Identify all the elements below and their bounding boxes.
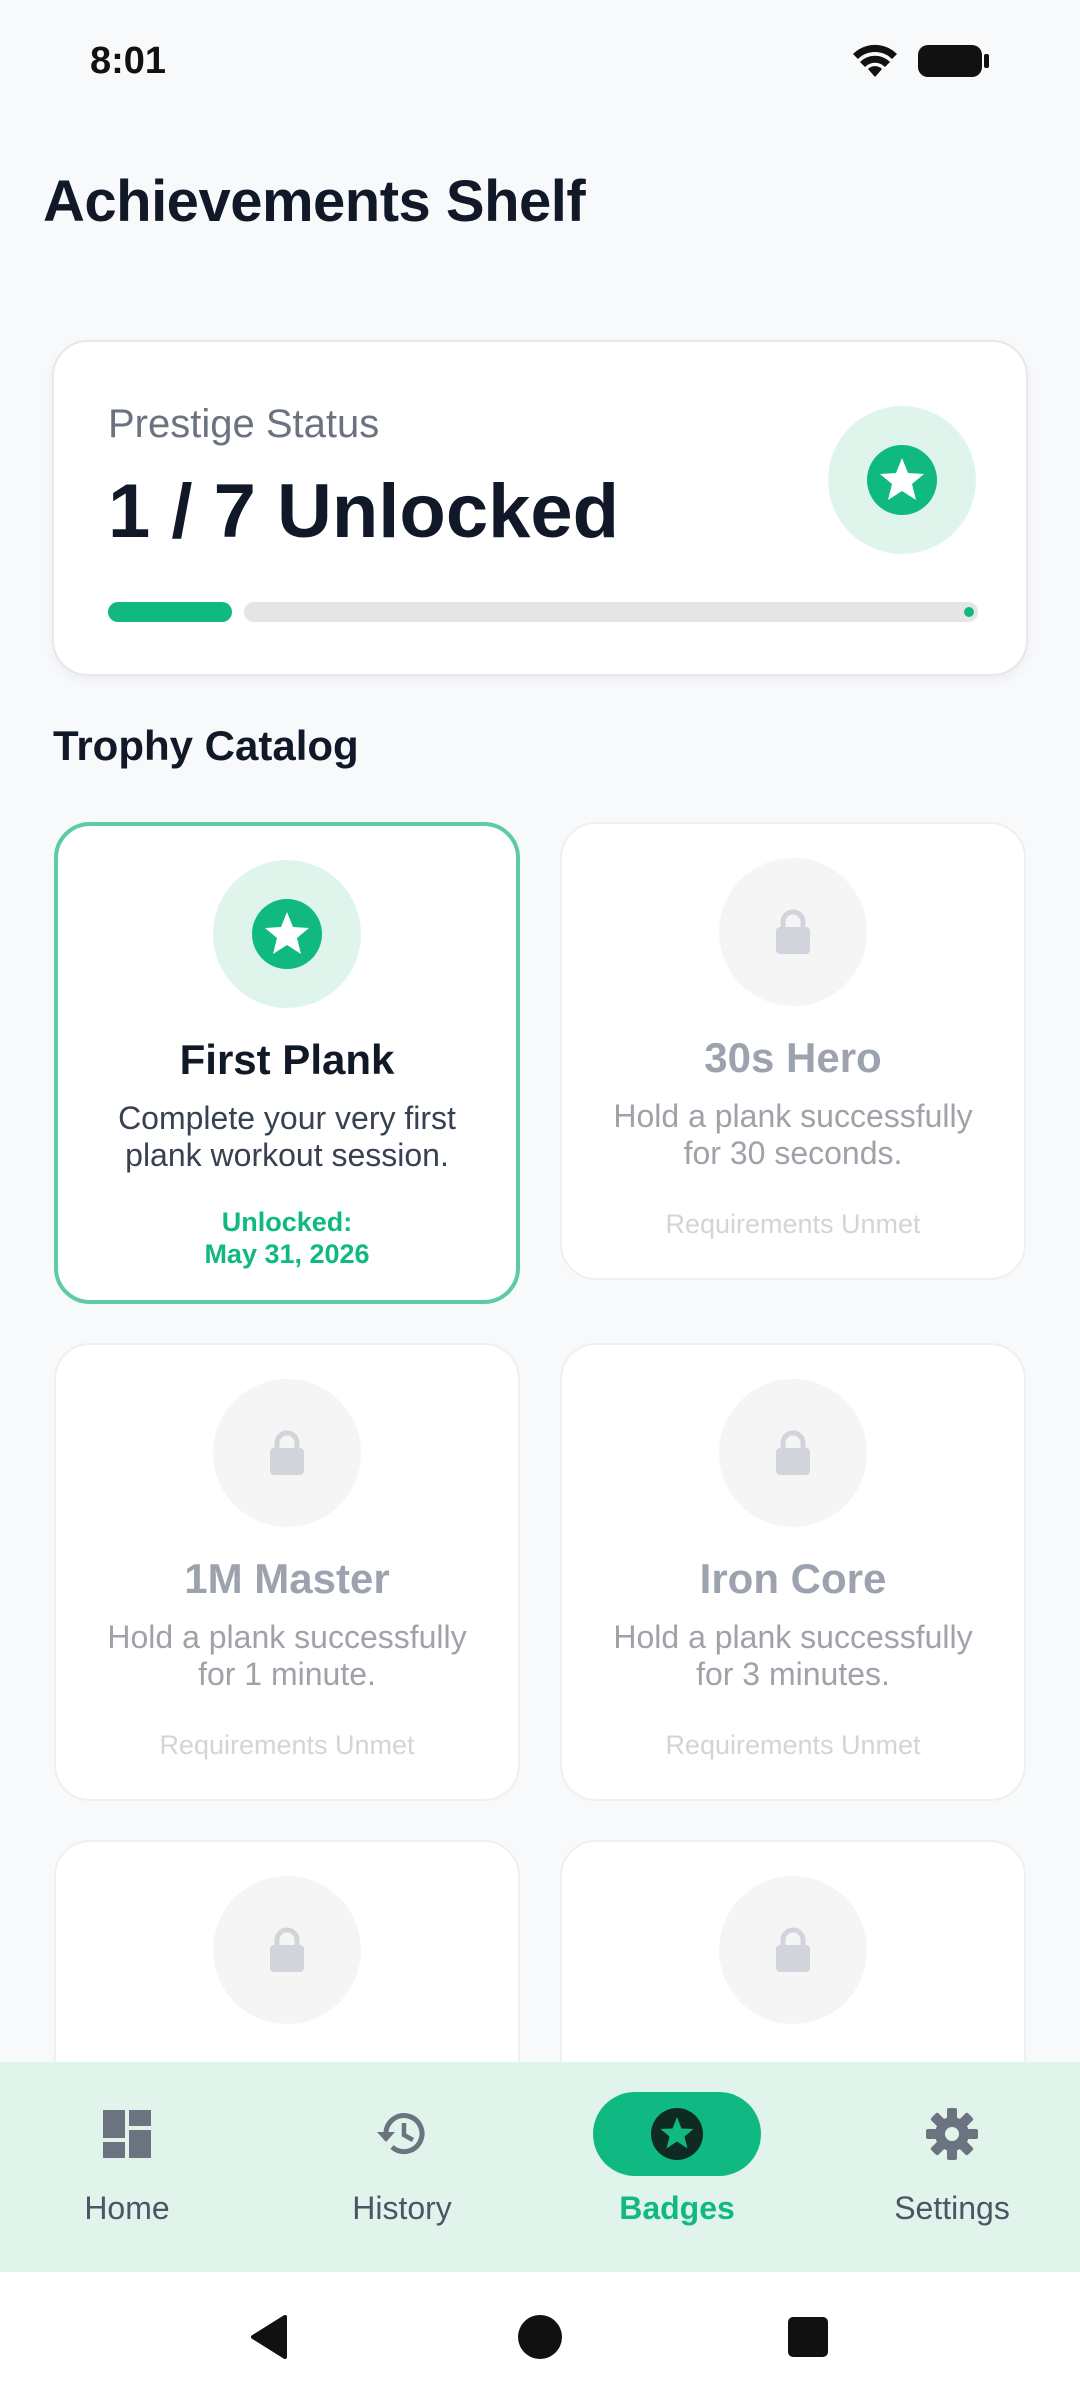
status-icons — [852, 43, 990, 79]
home-button[interactable] — [495, 2292, 585, 2382]
prestige-unlocked-count: 1 / 7 Unlocked — [108, 469, 620, 554]
progress-track — [244, 602, 978, 622]
back-button[interactable] — [225, 2292, 315, 2382]
dashboard-icon — [103, 2110, 151, 2158]
history-icon — [377, 2113, 425, 2155]
wifi-icon — [853, 44, 897, 77]
recents-button[interactable] — [763, 2292, 853, 2382]
status-time: 8:01 — [90, 39, 167, 82]
lock-icon — [213, 1379, 361, 1527]
trophy-status: Requirements Unmet — [665, 1209, 921, 1239]
progress-end-dot — [964, 607, 974, 617]
trophy-name: 30s Hero — [704, 1034, 882, 1081]
nav-label: Settings — [894, 2190, 1010, 2226]
nav-item-badges[interactable]: Badges — [577, 2092, 777, 2252]
trophy-description: Complete your very first plank workout s… — [118, 1100, 456, 1173]
nav-label: History — [352, 2190, 452, 2226]
lock-icon — [213, 1876, 361, 2024]
system-navigation-bar — [0, 2272, 1080, 2400]
trophy-card[interactable]: 30s Hero Hold a plank successfully for 3… — [560, 822, 1026, 1280]
bottom-navigation: Home History Badges Settings — [0, 2062, 1080, 2272]
back-triangle-icon — [251, 2315, 287, 2359]
screen: 8:01 Achievements Shelf Prestige Status … — [0, 0, 1080, 2400]
trophy-name: Iron Core — [699, 1555, 887, 1602]
trophy-card[interactable]: Iron Core Hold a plank successfully for … — [560, 1343, 1026, 1801]
trophy-catalog-title: Trophy Catalog — [53, 722, 359, 769]
nav-item-history[interactable]: History — [302, 2092, 502, 2252]
star-badge-icon — [828, 406, 976, 554]
nav-item-home[interactable]: Home — [27, 2092, 227, 2252]
trophy-card[interactable]: First Plank Complete your very first pla… — [54, 822, 520, 1304]
trophy-description: Hold a plank successfully for 3 minutes. — [613, 1619, 973, 1692]
nav-item-settings[interactable]: Settings — [852, 2092, 1052, 2252]
progress-fill — [108, 602, 232, 622]
nav-label: Badges — [619, 2190, 735, 2226]
trophy-name: 1M Master — [184, 1555, 390, 1602]
recents-square-icon — [788, 2317, 828, 2357]
trophy-status: Requirements Unmet — [665, 1730, 921, 1760]
battery-icon — [918, 45, 989, 77]
lock-icon — [719, 1379, 867, 1527]
page-title: Achievements Shelf — [43, 169, 586, 234]
status-bar: 8:01 — [0, 0, 1080, 122]
lock-icon — [719, 858, 867, 1006]
trophy-card[interactable]: 1M Master Hold a plank successfully for … — [54, 1343, 520, 1801]
nav-label: Home — [84, 2190, 170, 2226]
trophy-name: First Plank — [179, 1036, 395, 1083]
trophy-description: Hold a plank successfully for 30 seconds… — [613, 1098, 973, 1171]
gear-icon — [926, 2108, 978, 2160]
trophy-status: Requirements Unmet — [159, 1730, 415, 1760]
prestige-status-card: Prestige Status 1 / 7 Unlocked — [52, 340, 1028, 676]
star-badge-icon — [213, 860, 361, 1008]
home-circle-icon — [518, 2315, 562, 2359]
trophy-description: Hold a plank successfully for 1 minute. — [107, 1619, 467, 1692]
star-badge-icon — [651, 2108, 703, 2160]
trophy-unlock-date: Unlocked: May 31, 2026 — [204, 1207, 370, 1269]
lock-icon — [719, 1876, 867, 2024]
prestige-label: Prestige Status — [108, 402, 380, 446]
prestige-progress-bar — [108, 602, 978, 622]
